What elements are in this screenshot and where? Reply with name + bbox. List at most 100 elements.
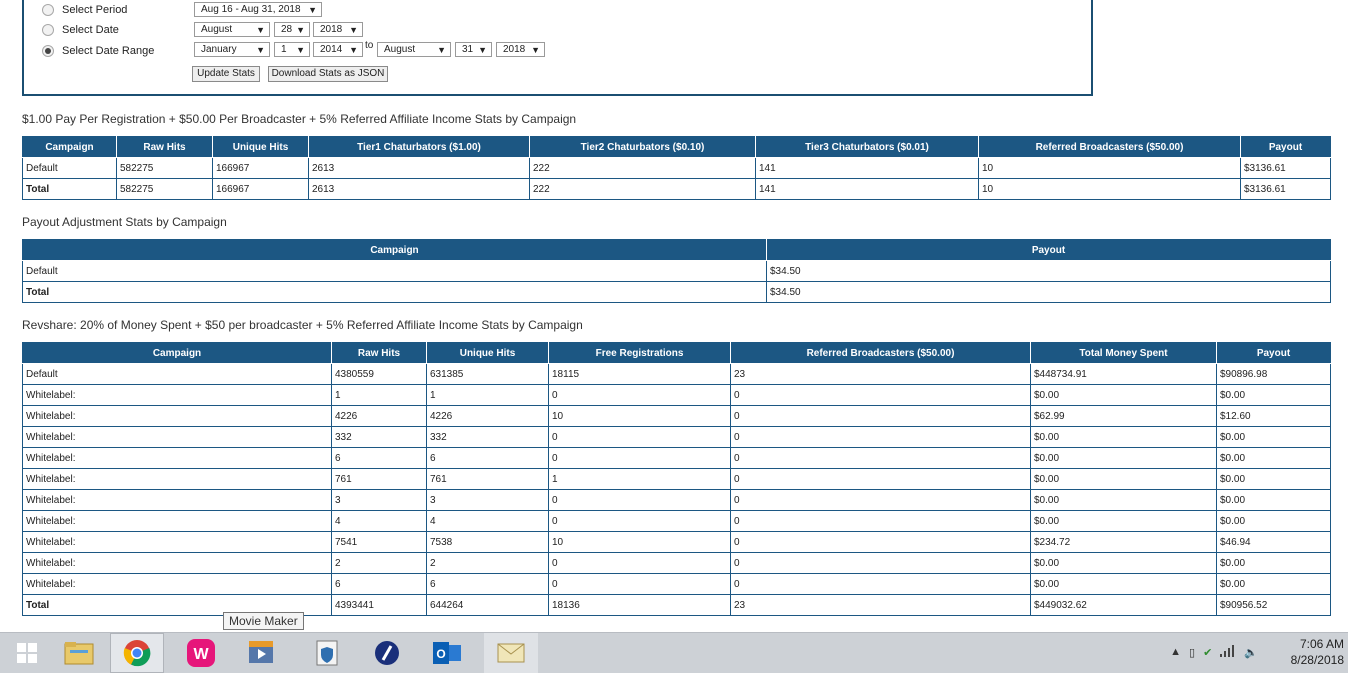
table-cell: $12.60 — [1216, 405, 1331, 427]
table-row: Whitelabel: 3 3 0 0 $0.00 $0.00 — [22, 489, 1331, 511]
date-day-select[interactable]: 28 ▼ — [274, 22, 310, 37]
adjustment-stats-table: Campaign Payout Default $34.50 Total $34… — [22, 239, 1331, 303]
security-check-icon[interactable]: ✔ — [1203, 646, 1212, 659]
movie-maker-icon[interactable] — [234, 633, 288, 673]
table-cell: $3136.61 — [1240, 157, 1331, 179]
table-cell: 0 — [730, 552, 1031, 574]
chevron-down-icon: ▼ — [349, 45, 358, 55]
column-header[interactable]: Payout — [1216, 342, 1331, 364]
table-cell: 18115 — [548, 363, 731, 385]
table-cell: 0 — [548, 426, 731, 448]
column-header[interactable]: Payout — [1240, 136, 1331, 158]
column-header[interactable]: Total Money Spent — [1030, 342, 1217, 364]
whitelabel-name: Whitelabel: — [26, 410, 76, 422]
mail-envelope-icon[interactable] — [484, 633, 538, 673]
table-cell: Whitelabel: — [22, 384, 332, 406]
show-hidden-icons-icon[interactable]: ▲ — [1170, 646, 1181, 658]
column-header[interactable]: Referred Broadcasters ($50.00) — [978, 136, 1241, 158]
range-from-month-select[interactable]: January ▼ — [194, 42, 270, 57]
period-label: Select Period — [62, 4, 128, 16]
date-month-select[interactable]: August ▼ — [194, 22, 270, 37]
table-cell: $0.00 — [1216, 489, 1331, 511]
column-header[interactable]: Raw Hits — [331, 342, 427, 364]
column-header[interactable]: Campaign — [22, 239, 767, 261]
range-to-year-select[interactable]: 2018 ▼ — [496, 42, 545, 57]
date-year-select[interactable]: 2018 ▼ — [313, 22, 363, 37]
table-cell: 644264 — [426, 594, 549, 616]
table-cell: 2613 — [308, 178, 530, 200]
column-header[interactable]: Referred Broadcasters ($50.00) — [730, 342, 1031, 364]
column-header[interactable]: Unique Hits — [212, 136, 309, 158]
column-header[interactable]: Campaign — [22, 136, 117, 158]
table-cell: 0 — [548, 510, 731, 532]
range-from-year-select[interactable]: 2014 ▼ — [313, 42, 363, 57]
select-period-option[interactable]: Select Period — [42, 2, 127, 18]
table-cell: 7541 — [331, 531, 427, 553]
table-cell: 0 — [548, 489, 731, 511]
table-cell: $0.00 — [1030, 468, 1217, 490]
column-header[interactable]: Raw Hits — [116, 136, 213, 158]
redaction-mask — [79, 469, 331, 489]
redaction-mask — [79, 574, 331, 594]
table-cell: 1 — [548, 468, 731, 490]
table-cell: 0 — [730, 468, 1031, 490]
period-select[interactable]: Aug 16 - Aug 31, 2018 ▼ — [194, 2, 322, 17]
table-cell: $46.94 — [1216, 531, 1331, 553]
table-header-row: Campaign Raw Hits Unique Hits Tier1 Chat… — [22, 136, 1331, 158]
section-title-revshare: Revshare: 20% of Money Spent + $50 per b… — [22, 318, 583, 332]
wamp-server-icon[interactable]: W — [174, 633, 228, 673]
table-cell: 0 — [730, 384, 1031, 406]
outlook-icon[interactable]: O — [420, 633, 474, 673]
table-cell: $62.99 — [1030, 405, 1217, 427]
vpn-shield-icon[interactable] — [300, 633, 354, 673]
taskbar-clock[interactable]: 7:06 AM 8/28/2018 — [1284, 636, 1344, 668]
select-date-option[interactable]: Select Date — [42, 22, 119, 38]
battery-icon[interactable]: ▯ — [1189, 646, 1195, 659]
range-to-month-select[interactable]: August ▼ — [377, 42, 451, 57]
chrome-icon[interactable] — [110, 633, 164, 673]
date-range-radio[interactable] — [42, 45, 54, 57]
table-cell: 18136 — [548, 594, 731, 616]
table-cell: 10 — [978, 178, 1241, 200]
table-cell: Whitelabel: — [22, 531, 332, 553]
table-cell: 222 — [529, 178, 756, 200]
column-header[interactable]: Tier3 Chaturbators ($0.01) — [755, 136, 979, 158]
windows-start-icon[interactable] — [0, 633, 54, 673]
ppr-stats-table: Campaign Raw Hits Unique Hits Tier1 Chat… — [22, 136, 1331, 200]
column-header[interactable]: Campaign — [22, 342, 332, 364]
table-cell: Whitelabel: — [22, 510, 332, 532]
table-cell: 23 — [730, 363, 1031, 385]
download-json-button[interactable]: Download Stats as JSON — [268, 66, 388, 82]
table-cell: 2 — [426, 552, 549, 574]
table-cell: 10 — [978, 157, 1241, 179]
range-from-day-select[interactable]: 1 ▼ — [274, 42, 310, 57]
period-radio[interactable] — [42, 4, 54, 16]
table-cell: Default — [22, 157, 117, 179]
table-row: Whitelabel: 4 4 0 0 $0.00 $0.00 — [22, 510, 1331, 532]
date-radio[interactable] — [42, 24, 54, 36]
column-header[interactable]: Payout — [766, 239, 1331, 261]
table-cell: 3 — [331, 489, 427, 511]
whitelabel-name: Whitelabel: — [26, 452, 76, 464]
column-header[interactable]: Unique Hits — [426, 342, 549, 364]
table-cell: $0.00 — [1216, 447, 1331, 469]
edit-pen-icon[interactable] — [360, 633, 414, 673]
table-cell: Whitelabel: — [22, 573, 332, 595]
network-signal-icon[interactable] — [1220, 644, 1236, 660]
column-header[interactable]: Tier1 Chaturbators ($1.00) — [308, 136, 530, 158]
table-cell: 332 — [426, 426, 549, 448]
redaction-mask — [79, 553, 331, 573]
table-cell: 0 — [730, 426, 1031, 448]
clock-time: 7:06 AM — [1299, 637, 1344, 651]
table-cell: $0.00 — [1216, 552, 1331, 574]
select-date-range-option[interactable]: Select Date Range — [42, 43, 154, 59]
update-stats-button[interactable]: Update Stats — [192, 66, 260, 82]
svg-text:O: O — [436, 647, 445, 661]
column-header[interactable]: Tier2 Chaturbators ($0.10) — [529, 136, 756, 158]
table-row: Default 582275 166967 2613 222 141 10 $3… — [22, 157, 1331, 179]
column-header[interactable]: Free Registrations — [548, 342, 731, 364]
volume-icon[interactable]: 🔈 — [1244, 646, 1258, 659]
table-cell: 1 — [331, 384, 427, 406]
range-to-day-select[interactable]: 31 ▼ — [455, 42, 492, 57]
file-explorer-icon[interactable] — [52, 633, 106, 673]
